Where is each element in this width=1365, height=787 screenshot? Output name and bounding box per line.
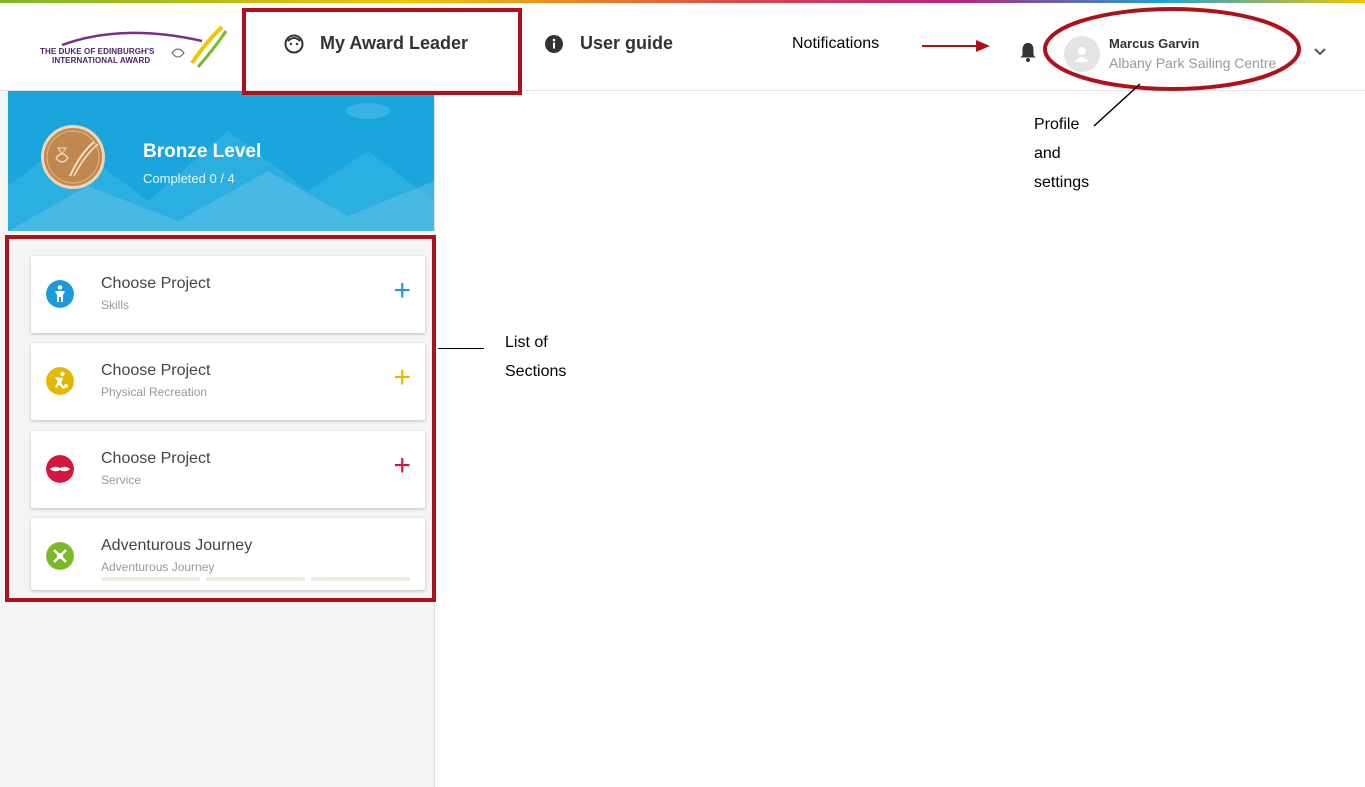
physical-recreation-icon: [46, 367, 74, 395]
section-card-physical-recreation[interactable]: Choose Project Physical Recreation +: [31, 343, 425, 420]
sidebar: Bronze Level Completed 0 / 4 Choose Proj…: [8, 91, 435, 787]
nav-user-guide-label: User guide: [580, 33, 674, 53]
nav-user-guide[interactable]: User guide: [544, 33, 673, 54]
add-project-button[interactable]: +: [393, 363, 411, 393]
add-project-button[interactable]: +: [393, 276, 411, 306]
section-subtitle: Service: [101, 473, 142, 487]
progress-segment: [206, 577, 305, 581]
nav-my-award-leader[interactable]: My Award Leader: [284, 33, 468, 54]
section-title: Choose Project: [101, 275, 211, 292]
face-icon: [284, 34, 304, 53]
level-banner: Bronze Level Completed 0 / 4: [8, 91, 434, 231]
journey-progress: [101, 577, 410, 581]
annotation-notifications: Notifications: [792, 35, 880, 52]
bronze-medal-icon: [41, 125, 105, 189]
info-icon: [545, 34, 563, 53]
adventurous-journey-icon: [46, 542, 74, 570]
level-title: Bronze Level: [143, 141, 262, 162]
logo-line-1: THE DUKE OF EDINBURGH'S: [40, 47, 155, 56]
section-subtitle: Adventurous Journey: [101, 560, 215, 574]
skills-icon: [46, 280, 74, 308]
award-logo[interactable]: THE DUKE OF EDINBURGH'S INTERNATIONAL AW…: [32, 21, 232, 81]
section-title: Choose Project: [101, 362, 211, 379]
section-card-skills[interactable]: Choose Project Skills +: [31, 256, 425, 333]
annotation-profile-settings: Profile and settings: [1034, 116, 1090, 191]
section-title: Choose Project: [101, 450, 211, 467]
annotation-ellipse-profile: [1043, 7, 1301, 91]
annotation-list-of-sections: List of Sections: [505, 334, 567, 380]
section-card-service[interactable]: Choose Project Service +: [31, 431, 425, 508]
level-progress-text: Completed 0 / 4: [143, 171, 235, 186]
progress-segment: [101, 577, 200, 581]
progress-segment: [311, 577, 410, 581]
annotation-arrow-icon: [922, 40, 990, 52]
logo-line-2: INTERNATIONAL AWARD: [52, 56, 151, 65]
notification-bell-icon[interactable]: [1019, 41, 1037, 63]
nav-my-award-leader-label: My Award Leader: [320, 33, 469, 53]
add-project-button[interactable]: +: [393, 451, 411, 481]
service-icon: [46, 455, 74, 483]
section-title: Adventurous Journey: [101, 537, 253, 554]
annotation-leader-line-sections: [438, 348, 484, 349]
section-subtitle: Physical Recreation: [101, 385, 208, 399]
section-subtitle: Skills: [101, 298, 130, 312]
annotation-leader-line-profile: [1093, 83, 1141, 127]
main-content-area: [435, 91, 1365, 787]
section-card-adventurous-journey[interactable]: Adventurous Journey Adventurous Journey: [31, 518, 425, 590]
